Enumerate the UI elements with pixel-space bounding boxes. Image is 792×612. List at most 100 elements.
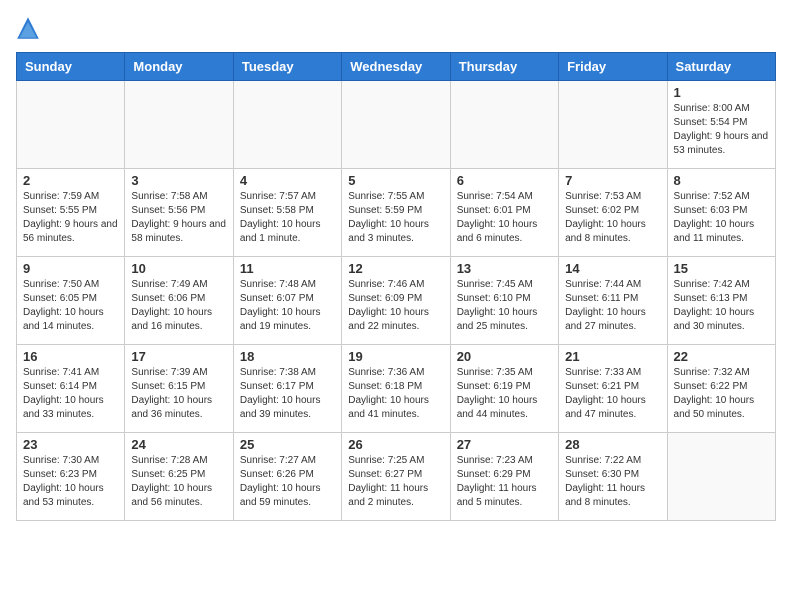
- calendar-cell: 15 Sunrise: 7:42 AM Sunset: 6:13 PM Dayli…: [667, 257, 775, 345]
- calendar-cell: 23 Sunrise: 7:30 AM Sunset: 6:23 PM Dayli…: [17, 433, 125, 521]
- day-info: Sunrise: 7:22 AM Sunset: 6:30 PM Dayligh…: [565, 454, 660, 510]
- calendar-cell: 17 Sunrise: 7:39 AM Sunset: 6:15 PM Dayli…: [125, 345, 233, 433]
- logo-icon: [16, 16, 40, 40]
- calendar-cell: 20 Sunrise: 7:35 AM Sunset: 6:19 PM Dayli…: [450, 345, 558, 433]
- day-info: Sunrise: 8:00 AM Sunset: 5:54 PM Dayligh…: [674, 102, 769, 158]
- day-info: Sunrise: 7:55 AM Sunset: 5:59 PM Dayligh…: [348, 190, 443, 246]
- weekday-header: Tuesday: [233, 53, 341, 81]
- page-header: [16, 16, 776, 40]
- day-info: Sunrise: 7:48 AM Sunset: 6:07 PM Dayligh…: [240, 278, 335, 334]
- calendar-week-row: 1 Sunrise: 8:00 AM Sunset: 5:54 PM Daylig…: [17, 81, 776, 169]
- day-info: Sunrise: 7:33 AM Sunset: 6:21 PM Dayligh…: [565, 366, 660, 422]
- calendar-cell: 22Sunrise: 7:32 AM Sunset: 6:22 PM Dayli…: [667, 345, 775, 433]
- calendar-cell: [559, 81, 667, 169]
- weekday-header: Thursday: [450, 53, 558, 81]
- calendar-week-row: 9 Sunrise: 7:50 AM Sunset: 6:05 PM Daylig…: [17, 257, 776, 345]
- day-number: 16: [23, 349, 118, 364]
- calendar-cell: 21 Sunrise: 7:33 AM Sunset: 6:21 PM Dayli…: [559, 345, 667, 433]
- day-number: 5: [348, 173, 443, 188]
- day-info: Sunrise: 7:52 AM Sunset: 6:03 PM Dayligh…: [674, 190, 769, 246]
- day-info: Sunrise: 7:57 AM Sunset: 5:58 PM Dayligh…: [240, 190, 335, 246]
- day-number: 14: [565, 261, 660, 276]
- logo: [16, 16, 44, 40]
- day-number: 2: [23, 173, 118, 188]
- calendar-cell: 11 Sunrise: 7:48 AM Sunset: 6:07 PM Dayli…: [233, 257, 341, 345]
- day-info: Sunrise: 7:32 AM Sunset: 6:22 PM Dayligh…: [674, 366, 769, 422]
- calendar-cell: 14 Sunrise: 7:44 AM Sunset: 6:11 PM Dayli…: [559, 257, 667, 345]
- day-info: Sunrise: 7:45 AM Sunset: 6:10 PM Dayligh…: [457, 278, 552, 334]
- calendar-cell: [450, 81, 558, 169]
- day-info: Sunrise: 7:35 AM Sunset: 6:19 PM Dayligh…: [457, 366, 552, 422]
- calendar-week-row: 2 Sunrise: 7:59 AM Sunset: 5:55 PM Daylig…: [17, 169, 776, 257]
- calendar-cell: [125, 81, 233, 169]
- day-number: 12: [348, 261, 443, 276]
- calendar-cell: 6 Sunrise: 7:54 AM Sunset: 6:01 PM Daylig…: [450, 169, 558, 257]
- calendar-cell: 10Sunrise: 7:49 AM Sunset: 6:06 PM Dayli…: [125, 257, 233, 345]
- calendar-cell: [667, 433, 775, 521]
- day-info: Sunrise: 7:27 AM Sunset: 6:26 PM Dayligh…: [240, 454, 335, 510]
- calendar-cell: 4 Sunrise: 7:57 AM Sunset: 5:58 PM Daylig…: [233, 169, 341, 257]
- day-info: Sunrise: 7:28 AM Sunset: 6:25 PM Dayligh…: [131, 454, 226, 510]
- calendar-cell: [17, 81, 125, 169]
- day-number: 21: [565, 349, 660, 364]
- day-info: Sunrise: 7:36 AM Sunset: 6:18 PM Dayligh…: [348, 366, 443, 422]
- calendar-cell: 19Sunrise: 7:36 AM Sunset: 6:18 PM Dayli…: [342, 345, 450, 433]
- weekday-header: Sunday: [17, 53, 125, 81]
- calendar-table: SundayMondayTuesdayWednesdayThursdayFrid…: [16, 52, 776, 521]
- calendar-cell: 1 Sunrise: 8:00 AM Sunset: 5:54 PM Daylig…: [667, 81, 775, 169]
- day-info: Sunrise: 7:23 AM Sunset: 6:29 PM Dayligh…: [457, 454, 552, 510]
- day-number: 10: [131, 261, 226, 276]
- weekday-header: Wednesday: [342, 53, 450, 81]
- day-number: 25: [240, 437, 335, 452]
- calendar-cell: 18 Sunrise: 7:38 AM Sunset: 6:17 PM Dayli…: [233, 345, 341, 433]
- day-info: Sunrise: 7:30 AM Sunset: 6:23 PM Dayligh…: [23, 454, 118, 510]
- day-number: 1: [674, 85, 769, 100]
- day-number: 24: [131, 437, 226, 452]
- calendar-cell: 28 Sunrise: 7:22 AM Sunset: 6:30 PM Dayli…: [559, 433, 667, 521]
- day-info: Sunrise: 7:50 AM Sunset: 6:05 PM Dayligh…: [23, 278, 118, 334]
- day-info: Sunrise: 7:38 AM Sunset: 6:17 PM Dayligh…: [240, 366, 335, 422]
- day-number: 27: [457, 437, 552, 452]
- day-number: 18: [240, 349, 335, 364]
- calendar-cell: 27 Sunrise: 7:23 AM Sunset: 6:29 PM Dayli…: [450, 433, 558, 521]
- day-number: 6: [457, 173, 552, 188]
- calendar-cell: [342, 81, 450, 169]
- day-number: 15: [674, 261, 769, 276]
- calendar-cell: 3 Sunrise: 7:58 AM Sunset: 5:56 PM Daylig…: [125, 169, 233, 257]
- day-info: Sunrise: 7:41 AM Sunset: 6:14 PM Dayligh…: [23, 366, 118, 422]
- calendar-week-row: 23 Sunrise: 7:30 AM Sunset: 6:23 PM Dayli…: [17, 433, 776, 521]
- calendar-cell: 5 Sunrise: 7:55 AM Sunset: 5:59 PM Daylig…: [342, 169, 450, 257]
- day-number: 3: [131, 173, 226, 188]
- calendar-cell: 2 Sunrise: 7:59 AM Sunset: 5:55 PM Daylig…: [17, 169, 125, 257]
- day-number: 8: [674, 173, 769, 188]
- day-info: Sunrise: 7:25 AM Sunset: 6:27 PM Dayligh…: [348, 454, 443, 510]
- day-number: 9: [23, 261, 118, 276]
- day-number: 20: [457, 349, 552, 364]
- day-number: 26: [348, 437, 443, 452]
- weekday-header: Monday: [125, 53, 233, 81]
- calendar-week-row: 16 Sunrise: 7:41 AM Sunset: 6:14 PM Dayli…: [17, 345, 776, 433]
- calendar-cell: 9 Sunrise: 7:50 AM Sunset: 6:05 PM Daylig…: [17, 257, 125, 345]
- weekday-header: Friday: [559, 53, 667, 81]
- day-info: Sunrise: 7:54 AM Sunset: 6:01 PM Dayligh…: [457, 190, 552, 246]
- day-number: 17: [131, 349, 226, 364]
- day-number: 28: [565, 437, 660, 452]
- calendar-header-row: SundayMondayTuesdayWednesdayThursdayFrid…: [17, 53, 776, 81]
- day-info: Sunrise: 7:46 AM Sunset: 6:09 PM Dayligh…: [348, 278, 443, 334]
- day-info: Sunrise: 7:42 AM Sunset: 6:13 PM Dayligh…: [674, 278, 769, 334]
- day-number: 23: [23, 437, 118, 452]
- day-info: Sunrise: 7:39 AM Sunset: 6:15 PM Dayligh…: [131, 366, 226, 422]
- calendar-cell: 16 Sunrise: 7:41 AM Sunset: 6:14 PM Dayli…: [17, 345, 125, 433]
- day-info: Sunrise: 7:53 AM Sunset: 6:02 PM Dayligh…: [565, 190, 660, 246]
- day-info: Sunrise: 7:44 AM Sunset: 6:11 PM Dayligh…: [565, 278, 660, 334]
- calendar-cell: 12 Sunrise: 7:46 AM Sunset: 6:09 PM Dayli…: [342, 257, 450, 345]
- calendar-cell: 26 Sunrise: 7:25 AM Sunset: 6:27 PM Dayli…: [342, 433, 450, 521]
- calendar-cell: [233, 81, 341, 169]
- day-number: 7: [565, 173, 660, 188]
- day-number: 4: [240, 173, 335, 188]
- weekday-header: Saturday: [667, 53, 775, 81]
- calendar-cell: 25 Sunrise: 7:27 AM Sunset: 6:26 PM Dayli…: [233, 433, 341, 521]
- day-info: Sunrise: 7:59 AM Sunset: 5:55 PM Dayligh…: [23, 190, 118, 246]
- day-info: Sunrise: 7:58 AM Sunset: 5:56 PM Dayligh…: [131, 190, 226, 246]
- day-number: 11: [240, 261, 335, 276]
